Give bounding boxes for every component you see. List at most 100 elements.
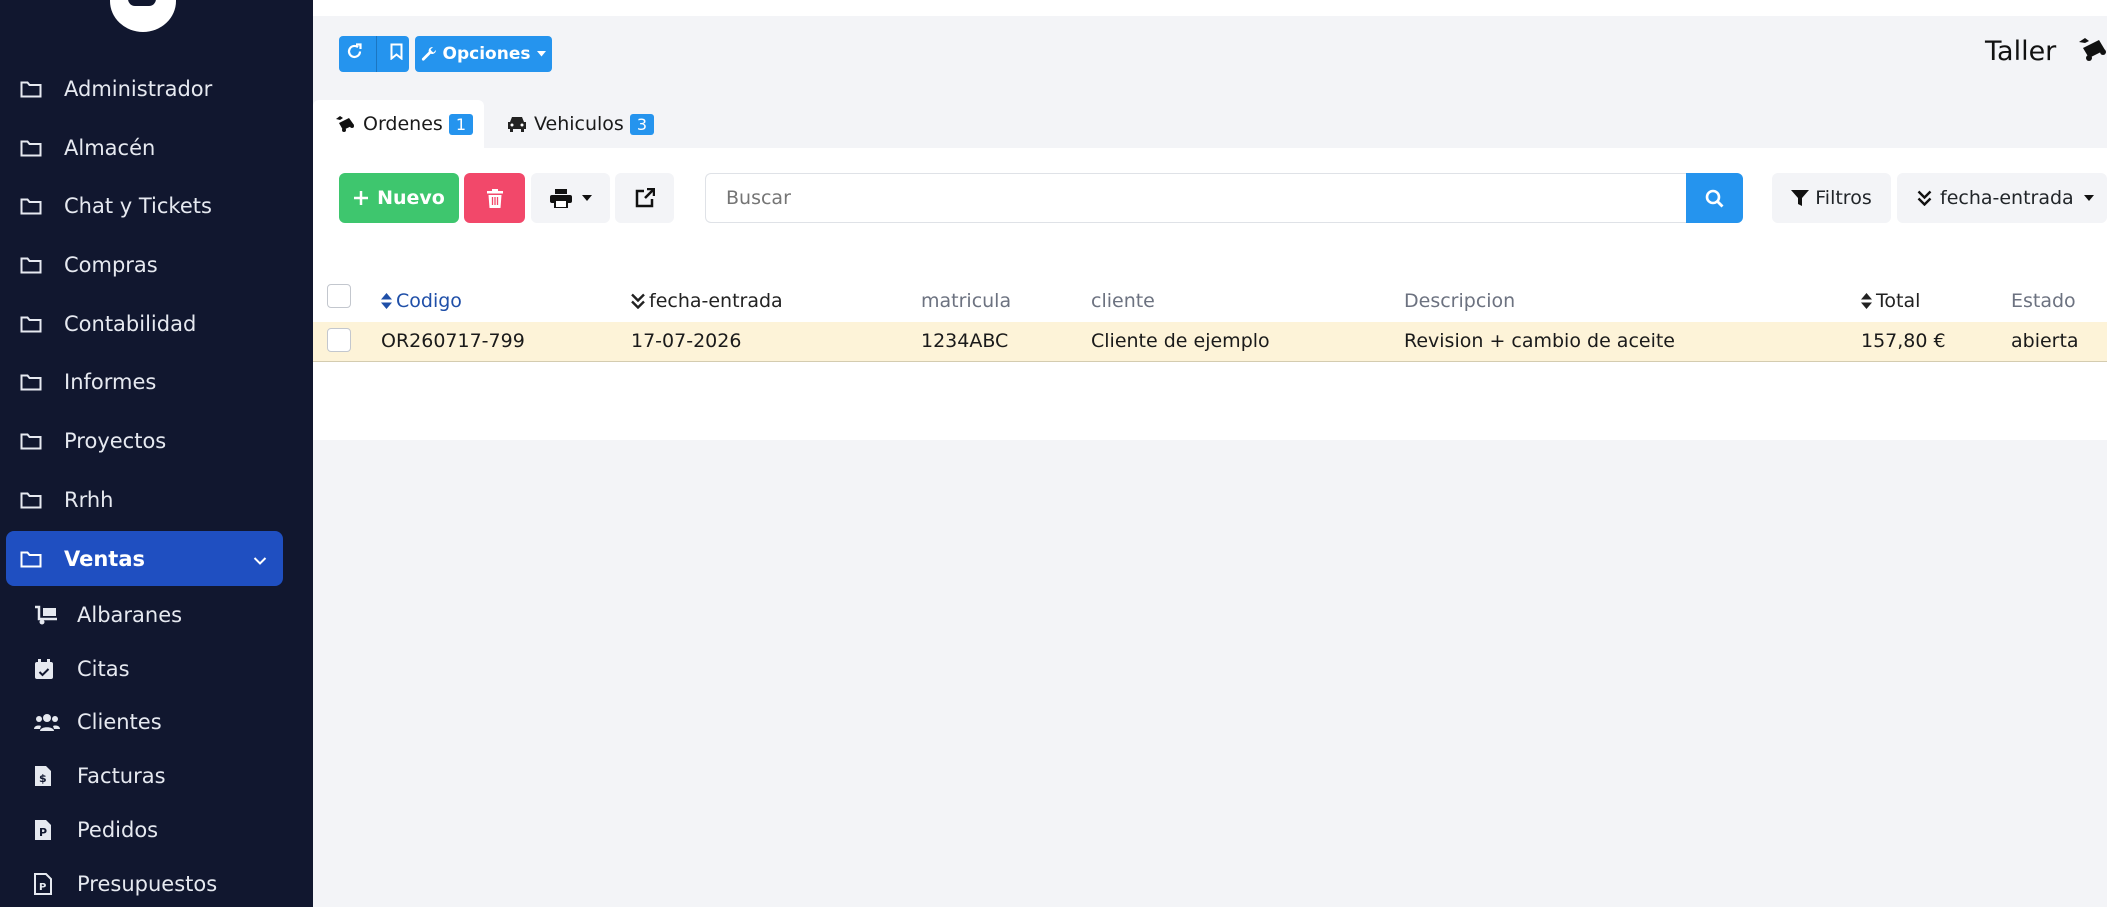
sidebar-subitem-label: Albaranes [77,603,183,627]
sidebar-subitem-label: Pedidos [77,818,159,842]
sidebar-subitem-clientes[interactable]: Clientes [34,702,162,742]
new-button[interactable]: Nuevo [339,173,459,223]
sidebar-item-ventas[interactable]: Ventas [6,531,283,586]
sort-icon [381,293,392,309]
sidebar-item-proyectos[interactable]: Proyectos [6,413,283,468]
sidebar-item-label: Almacén [64,135,156,160]
cell-fecha-entrada: 17-07-2026 [631,330,742,352]
svg-text:$: $ [39,772,47,785]
reload-icon[interactable] [346,43,363,65]
folder-icon [6,197,64,215]
sidebar: Administrador Almacén Chat y Tickets Com… [0,0,313,907]
tab-label: Ordenes [363,113,443,135]
sidebar-subitem-citas[interactable]: Citas [34,649,130,689]
reload-bookmark-group [339,36,409,72]
sort-label: fecha-entrada [1940,187,2074,209]
options-label: Opciones [442,44,531,64]
sidebar-item-almacen[interactable]: Almacén [6,120,283,175]
sidebar-item-label: Chat y Tickets [64,193,212,218]
sidebar-item-compras[interactable]: Compras [6,237,283,292]
sidebar-item-label: Informes [64,369,157,394]
column-header-label: fecha-entrada [649,290,783,312]
sort-icon [1861,293,1872,309]
tab-ordenes[interactable]: Ordenes 1 [313,100,484,148]
sidebar-item-chat-tickets[interactable]: Chat y Tickets [6,178,283,233]
sidebar-subitem-presupuestos[interactable]: P Presupuestos [34,864,217,904]
row-checkbox[interactable] [327,328,351,352]
top-strip [313,0,2107,16]
bookmark-icon[interactable] [390,43,403,65]
sort-button[interactable]: fecha-entrada [1897,173,2107,223]
column-header-label: Total [1876,290,1921,312]
sidebar-subitem-pedidos[interactable]: P Pedidos [34,810,158,850]
delete-button[interactable] [464,173,525,223]
double-chevron-down-icon [631,293,645,309]
trash-icon [486,188,503,208]
print-icon [549,188,572,208]
folder-icon [6,139,64,157]
filters-label: Filtros [1815,187,1872,209]
search-input[interactable] [705,173,1687,223]
cell-total: 157,80 € [1861,330,1946,352]
folder-icon [6,256,64,274]
sidebar-item-contabilidad[interactable]: Contabilidad [6,296,283,351]
cell-cliente: Cliente de ejemplo [1091,330,1270,352]
caret-down-icon [581,195,592,201]
caret-down-icon [2083,195,2094,201]
export-button[interactable] [615,173,674,223]
sidebar-subitem-albaranes[interactable]: Albaranes [34,595,182,635]
sidebar-item-rrhh[interactable]: Rrhh [6,472,283,527]
new-label: Nuevo [377,187,445,209]
cell-descripcion: Revision + cambio de aceite [1404,330,1675,352]
folder-icon [6,80,64,98]
folder-icon [6,432,64,450]
svg-text:P: P [39,826,47,839]
column-header-codigo[interactable]: Codigo [381,290,462,312]
car-crash-icon [2075,36,2107,68]
wrench-icon [421,46,437,62]
column-header-descripcion[interactable]: Descripcion [1404,290,1515,312]
column-header-total[interactable]: Total [1861,290,1920,312]
column-header-matricula[interactable]: matricula [921,290,1011,312]
sidebar-item-label: Compras [64,252,158,277]
external-link-icon [635,188,655,208]
select-all-checkbox[interactable] [327,284,351,308]
column-header-cliente[interactable]: cliente [1091,290,1155,312]
column-header-estado[interactable]: Estado [2011,290,2076,312]
filters-button[interactable]: Filtros [1772,173,1891,223]
cell-codigo[interactable]: OR260717-799 [381,330,525,352]
count-badge: 3 [629,113,655,135]
users-icon [34,712,77,732]
folder-icon [6,373,64,391]
svg-text:P: P [39,882,46,893]
options-button[interactable]: Opciones [415,36,552,72]
sidebar-subitem-facturas[interactable]: $ Facturas [34,756,166,796]
sidebar-item-label: Rrhh [64,487,114,512]
count-badge: 1 [448,113,474,135]
file-order-icon: P [34,819,77,841]
divider [375,36,377,72]
dolly-icon [34,605,77,625]
sidebar-item-label: Administrador [64,76,213,101]
filter-icon [1791,189,1810,207]
search-button[interactable] [1686,173,1743,223]
sidebar-item-informes[interactable]: Informes [6,354,283,409]
car-icon [506,115,528,133]
sidebar-item-label: Proyectos [64,428,167,453]
sidebar-subitem-label: Citas [77,657,130,681]
plus-icon [353,190,369,206]
cell-matricula: 1234ABC [921,330,1009,352]
sidebar-item-label: Ventas [64,546,146,571]
column-header-fecha-entrada[interactable]: fecha-entrada [631,290,783,312]
file-estimate-icon: P [34,873,77,895]
logo[interactable] [110,0,176,32]
folder-icon [6,491,64,509]
print-button[interactable] [531,173,610,223]
sidebar-item-administrador[interactable]: Administrador [6,61,283,116]
double-chevron-down-icon [1917,190,1932,206]
car-crash-icon [335,115,357,133]
calendar-check-icon [34,658,77,680]
file-invoice-icon: $ [34,765,77,787]
tab-vehiculos[interactable]: Vehiculos 3 [484,100,655,148]
chevron-down-icon [253,547,267,571]
